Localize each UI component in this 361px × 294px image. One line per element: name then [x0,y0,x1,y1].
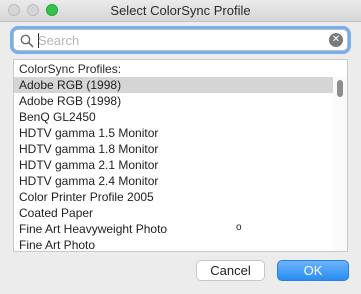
list-item[interactable]: HDTV gamma 2.4 Monitor [14,173,333,189]
list-item[interactable]: Adobe RGB (1998) [14,93,333,109]
select-colorsync-profile-dialog: Select ColorSync Profile ✕ ColorSync Pro… [0,0,361,294]
ok-button[interactable]: OK [277,260,349,281]
scroll-thumb[interactable] [337,80,343,97]
search-input[interactable] [36,31,318,49]
cancel-button[interactable]: Cancel [196,260,265,281]
list-item[interactable]: Fine Art Photo [14,237,333,251]
vertical-scrollbar[interactable] [333,77,347,251]
list-item[interactable]: Coated Paper [14,205,333,221]
list-item[interactable]: HDTV gamma 1.8 Monitor [14,141,333,157]
title-bar: Select ColorSync Profile [0,0,361,22]
clear-search-icon[interactable]: ✕ [329,33,343,47]
list-item[interactable]: Fine Art Heavyweight Photo [14,221,333,237]
text-caret [38,33,39,48]
search-icon [20,34,34,48]
list-item[interactable]: Color Printer Profile 2005 [14,189,333,205]
list-item[interactable]: HDTV gamma 1.5 Monitor [14,125,333,141]
window-title: Select ColorSync Profile [110,3,251,18]
list-item[interactable]: HDTV gamma 2.1 Monitor [14,157,333,173]
list-item[interactable]: BenQ GL2450 [14,109,333,125]
search-field[interactable]: ✕ [13,29,348,51]
list-item[interactable]: Adobe RGB (1998) [14,77,333,93]
mouse-cursor-icon: o [236,222,242,233]
list-header: ColorSync Profiles: [19,62,122,76]
profile-list[interactable]: ColorSync Profiles: Adobe RGB (1998) Ado… [13,59,348,252]
